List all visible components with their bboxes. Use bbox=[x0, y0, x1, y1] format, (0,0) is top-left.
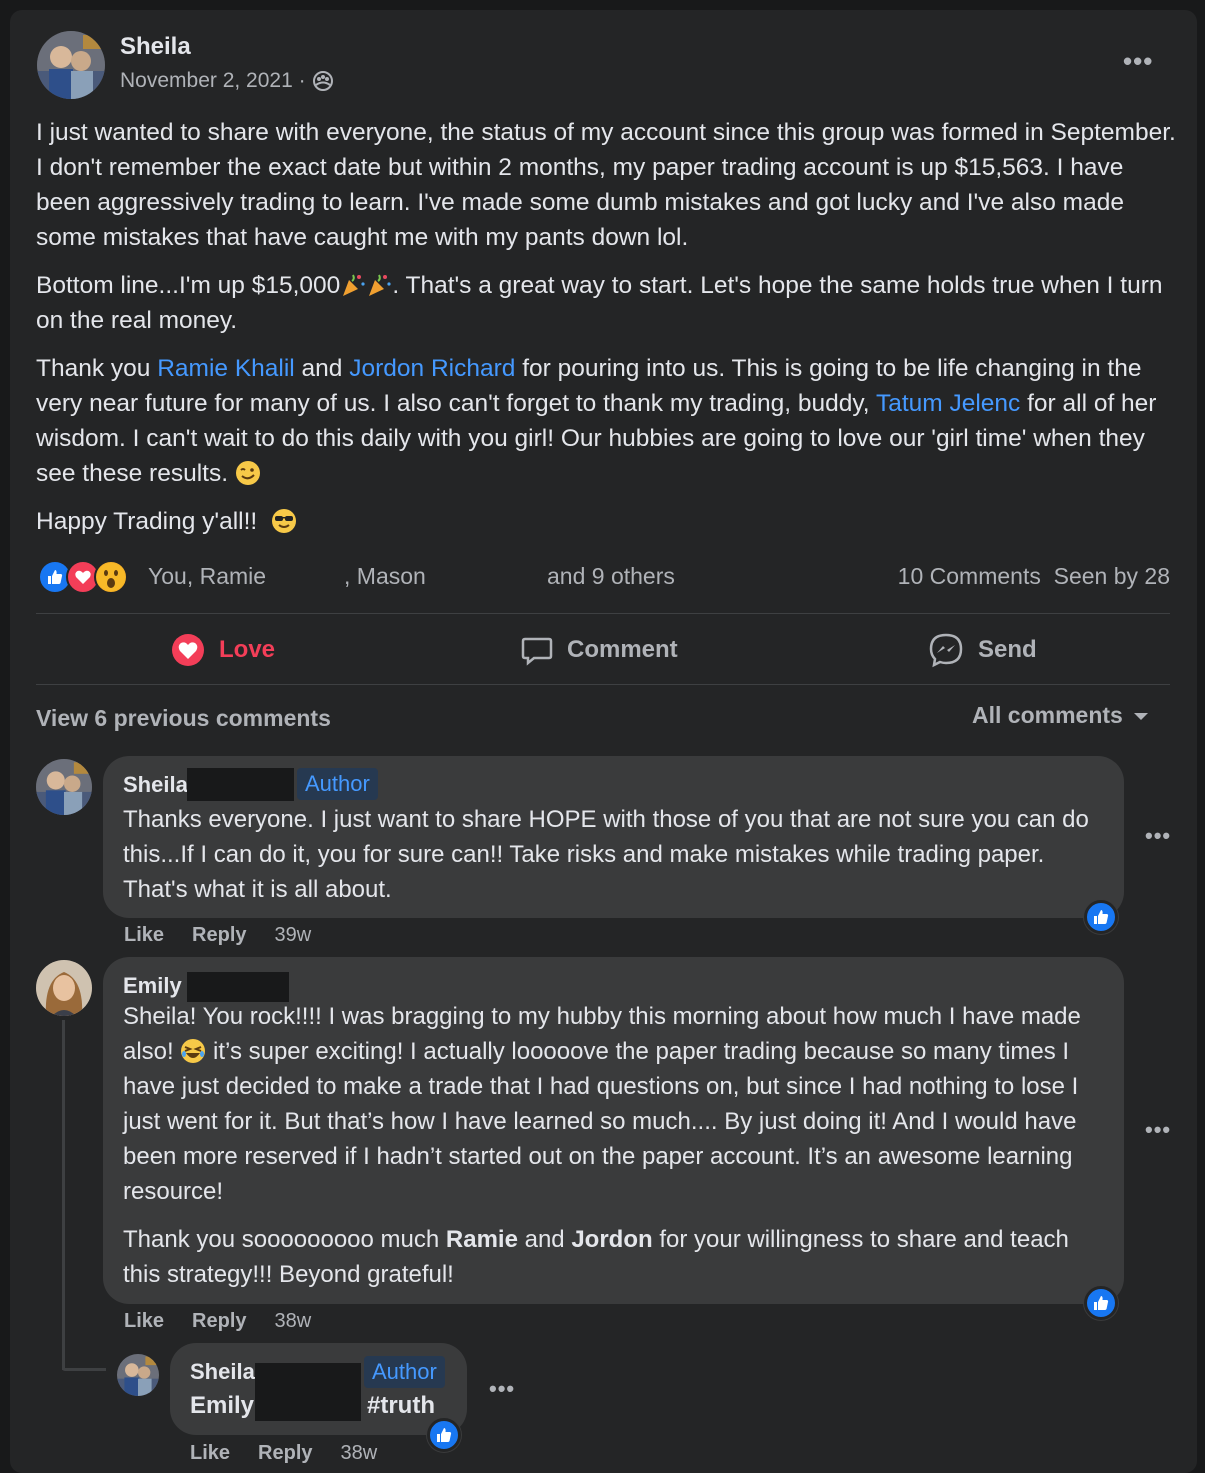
winking-face-icon bbox=[235, 461, 260, 485]
author-badge: Author bbox=[364, 1356, 445, 1388]
thread-line bbox=[62, 1368, 106, 1371]
comment-timestamp[interactable]: 38w bbox=[275, 1310, 312, 1333]
reaction-names: , Mason bbox=[344, 563, 426, 589]
post-paragraph-4: Happy Trading y'all!! bbox=[36, 504, 1176, 539]
like-icon bbox=[1094, 910, 1109, 924]
post-body: I just wanted to share with everyone, th… bbox=[36, 115, 1176, 552]
reply-text: #truth bbox=[367, 1392, 435, 1419]
mention-link[interactable]: Ramie Khalil bbox=[157, 355, 295, 382]
reply-like-button[interactable]: Like bbox=[190, 1442, 230, 1465]
send-button[interactable]: Send bbox=[928, 630, 1037, 670]
comment-actions: Like Reply 39w bbox=[124, 924, 311, 947]
reply-more-icon[interactable]: ••• bbox=[489, 1378, 515, 1400]
messenger-icon bbox=[929, 633, 963, 668]
comment-actions: Like Reply 38w bbox=[124, 1310, 311, 1333]
comment-like-button[interactable]: Like bbox=[124, 1310, 164, 1333]
comment-text: Thanks everyone. I just want to share HO… bbox=[123, 806, 1089, 903]
comment-like-button[interactable]: Like bbox=[124, 924, 164, 947]
post-date[interactable]: November 2, 2021 · bbox=[120, 69, 306, 93]
comment-avatar[interactable] bbox=[36, 759, 92, 815]
reply-avatar[interactable] bbox=[117, 1354, 159, 1396]
comment-avatar[interactable] bbox=[36, 960, 92, 1016]
laughing-face-icon bbox=[181, 1039, 206, 1063]
bold-mention: Ramie bbox=[445, 1226, 518, 1253]
comments-count[interactable]: 10 Comments bbox=[898, 563, 1041, 589]
comment-more-icon[interactable]: ••• bbox=[1145, 825, 1171, 847]
comment-like-badge[interactable] bbox=[1084, 1286, 1118, 1320]
post-author-name[interactable]: Sheila bbox=[120, 33, 191, 61]
party-popper-icon bbox=[343, 274, 365, 296]
reactions-summary[interactable]: You, Ramie , Mason and 9 others 10 Comme… bbox=[36, 560, 1170, 596]
post-counts: 10 Comments Seen by 28 bbox=[898, 563, 1170, 590]
comment-text: Sheila! You rock!!!! I was bragging to m… bbox=[123, 1003, 1081, 1288]
redacted-surname bbox=[187, 768, 294, 801]
party-popper-icon bbox=[369, 274, 391, 296]
reaction-icons bbox=[38, 560, 128, 594]
comment-reply-button[interactable]: Reply bbox=[192, 1310, 246, 1333]
post-more-icon[interactable]: ••• bbox=[1123, 48, 1153, 74]
reply-actions: Like Reply 38w bbox=[190, 1442, 377, 1465]
post-meta: November 2, 2021 · bbox=[120, 69, 334, 93]
love-button[interactable]: Love bbox=[171, 630, 275, 670]
like-icon bbox=[1094, 1296, 1109, 1310]
comment-author-name[interactable]: Sheila bbox=[123, 772, 188, 798]
mention-link[interactable]: Jordon Richard bbox=[349, 355, 515, 382]
comment-more-icon[interactable]: ••• bbox=[1145, 1119, 1171, 1141]
mention-link[interactable]: Tatum Jelenc bbox=[876, 390, 1020, 417]
comment-sort-dropdown[interactable]: All comments bbox=[972, 702, 1149, 729]
post-author-avatar[interactable] bbox=[37, 31, 105, 99]
reply-author-name[interactable]: Sheila bbox=[190, 1359, 255, 1385]
author-badge: Author bbox=[297, 768, 378, 800]
comment-button[interactable]: Comment bbox=[521, 630, 678, 670]
bold-mention: Jordon bbox=[571, 1226, 653, 1253]
reply-mention[interactable]: Emily bbox=[190, 1392, 254, 1420]
divider bbox=[36, 684, 1170, 685]
reply-like-badge[interactable] bbox=[427, 1418, 461, 1452]
post-paragraph-2: Bottom line...I'm up $15,000. That's a g… bbox=[36, 272, 1163, 334]
seen-by-count[interactable]: Seen by 28 bbox=[1054, 563, 1170, 589]
comment-reply-button[interactable]: Reply bbox=[192, 924, 246, 947]
redacted-surname bbox=[187, 972, 289, 1002]
comment-timestamp[interactable]: 39w bbox=[275, 924, 312, 947]
sunglasses-face-icon bbox=[271, 509, 296, 533]
caret-down-icon bbox=[1133, 712, 1148, 720]
thread-line bbox=[62, 1020, 65, 1370]
comment-like-badge[interactable] bbox=[1084, 900, 1118, 934]
comment-author-name[interactable]: Emily bbox=[123, 973, 182, 999]
reply-timestamp[interactable]: 38w bbox=[341, 1442, 378, 1465]
divider bbox=[36, 613, 1170, 614]
like-icon bbox=[437, 1428, 452, 1442]
group-privacy-icon bbox=[312, 71, 333, 91]
view-previous-comments[interactable]: View 6 previous comments bbox=[36, 705, 331, 732]
comment-icon bbox=[521, 637, 553, 666]
love-icon bbox=[172, 634, 204, 666]
wow-reaction-icon bbox=[94, 560, 128, 594]
post-paragraph-1: I just wanted to share with everyone, th… bbox=[36, 119, 1176, 251]
redacted-surname bbox=[255, 1363, 361, 1421]
reaction-others: and 9 others bbox=[547, 563, 675, 589]
reply-reply-button[interactable]: Reply bbox=[258, 1442, 312, 1465]
reaction-names: You, Ramie bbox=[148, 563, 267, 589]
post-paragraph-3: Thank you Ramie Khalil and Jordon Richar… bbox=[36, 355, 1157, 487]
